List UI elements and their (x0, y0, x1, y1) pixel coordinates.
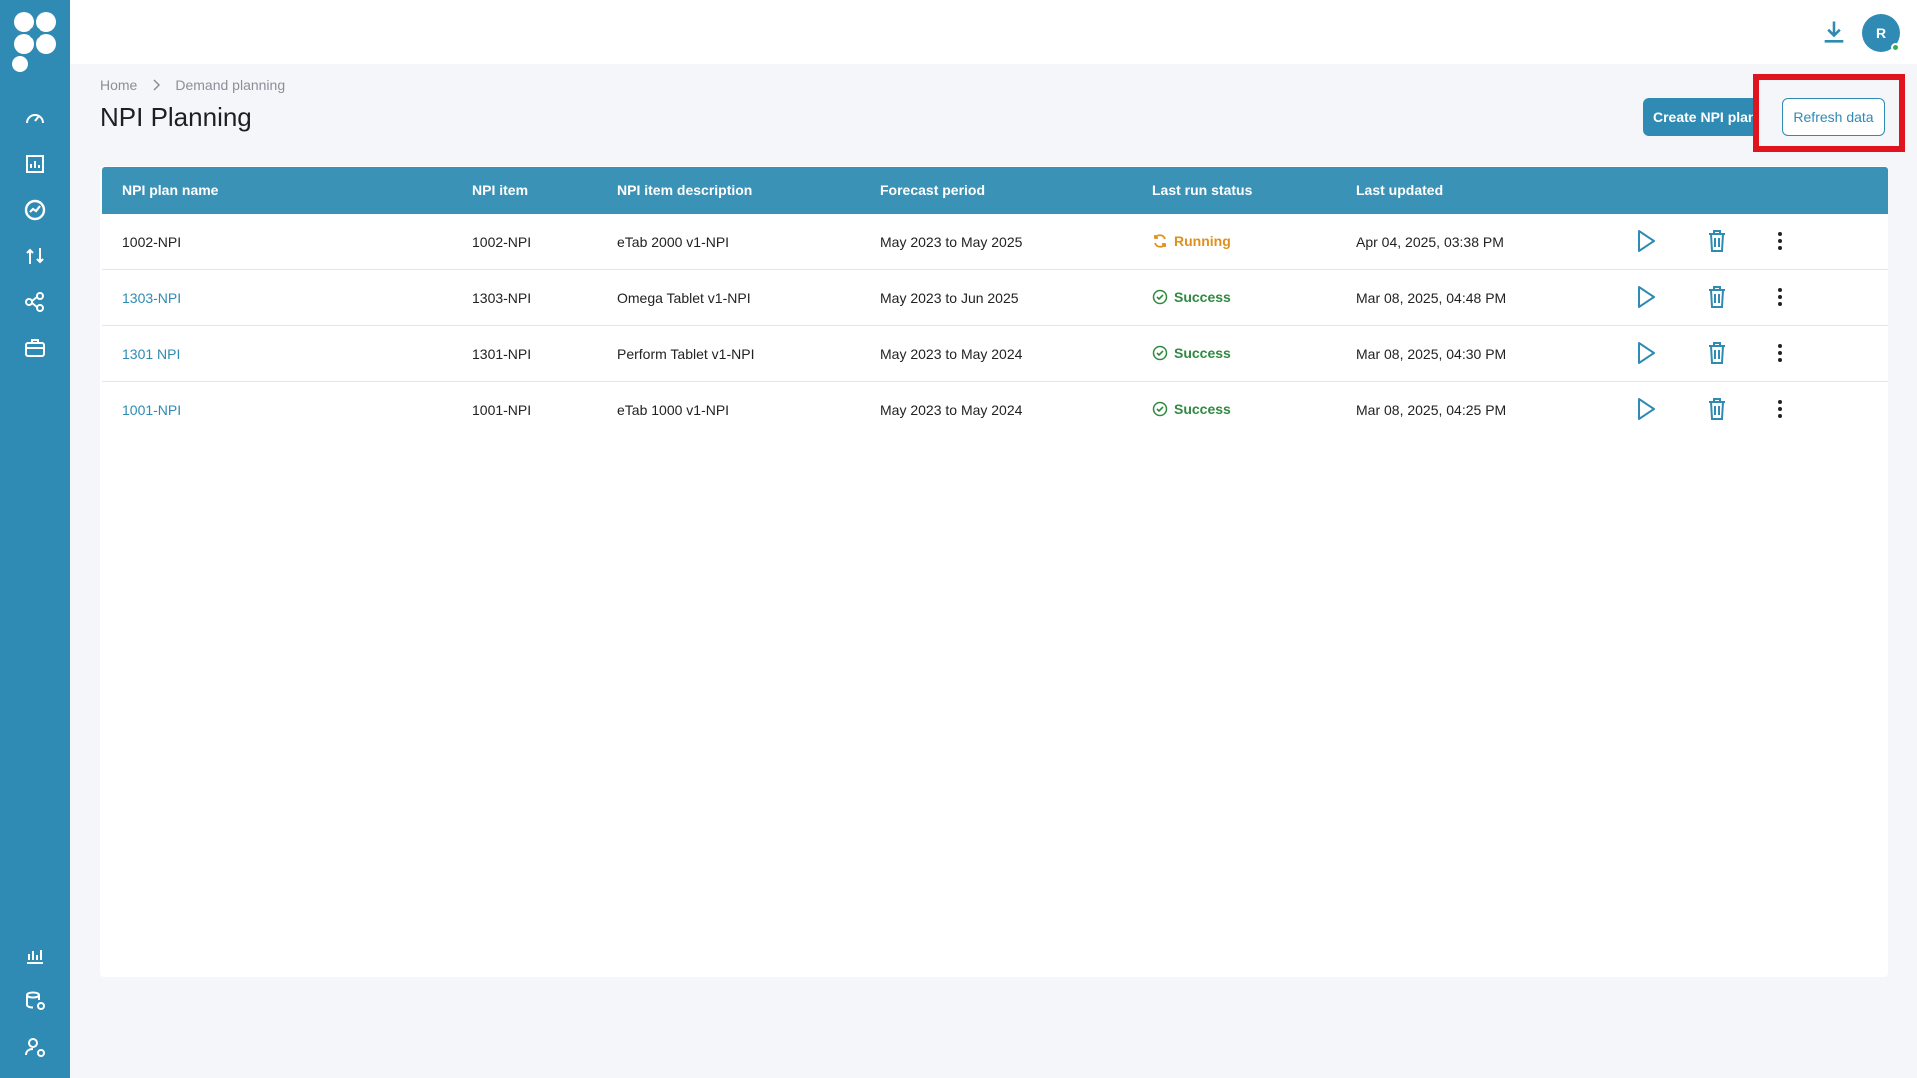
more-options-button[interactable] (1766, 283, 1794, 311)
nav-analytics[interactable] (0, 932, 70, 978)
delete-button[interactable] (1703, 283, 1731, 311)
flower-logo-icon[interactable] (10, 8, 60, 74)
kebab-menu-icon (1778, 344, 1782, 362)
delete-button[interactable] (1703, 395, 1731, 423)
kebab-menu-icon (1778, 288, 1782, 306)
run-button[interactable] (1632, 283, 1660, 311)
download-button[interactable] (1818, 16, 1850, 48)
nav-user-settings[interactable] (0, 1024, 70, 1070)
status-text: Success (1174, 289, 1231, 305)
top-bar (70, 0, 1917, 64)
sidebar (0, 0, 70, 1078)
more-options-button[interactable] (1766, 395, 1794, 423)
item-description: eTab 1000 v1-NPI (617, 402, 730, 418)
table-row: 1301 NPI 1301-NPI Perform Tablet v1-NPI … (102, 326, 1888, 382)
check-circle-icon (1152, 289, 1168, 305)
column-header: Last run status (1152, 182, 1253, 198)
status-text: Success (1174, 345, 1231, 361)
nav-demand-planning[interactable] (0, 187, 70, 233)
last-updated: Mar 08, 2025, 04:30 PM (1356, 346, 1507, 362)
breadcrumb-home[interactable]: Home (100, 77, 137, 93)
status-badge: Success (1152, 345, 1231, 361)
plan-name-link[interactable]: 1303-NPI (122, 290, 181, 306)
trash-icon (1709, 286, 1725, 308)
run-button[interactable] (1632, 227, 1660, 255)
delete-button[interactable] (1703, 339, 1731, 367)
run-button[interactable] (1632, 339, 1660, 367)
npi-item: 1002-NPI (472, 234, 532, 250)
bar-report-icon (26, 155, 44, 173)
trash-icon (1709, 342, 1725, 364)
briefcase-icon (25, 339, 45, 357)
play-icon (1638, 286, 1655, 308)
chevron-right-icon (151, 79, 161, 91)
nav-dashboard[interactable] (0, 95, 70, 141)
nav-network[interactable] (0, 279, 70, 325)
last-updated: Mar 08, 2025, 04:25 PM (1356, 402, 1507, 418)
last-updated: Mar 08, 2025, 04:48 PM (1356, 290, 1507, 306)
network-icon (25, 292, 44, 312)
status-badge: Success (1152, 289, 1231, 305)
delete-button[interactable] (1703, 227, 1731, 255)
last-updated: Apr 04, 2025, 03:38 PM (1356, 234, 1504, 250)
npi-table: NPI plan name NPI item NPI item descript… (100, 166, 1888, 977)
item-description: eTab 2000 v1-NPI (617, 234, 730, 250)
column-header: NPI item (472, 182, 529, 198)
table-row: 1001-NPI 1001-NPI eTab 1000 v1-NPI May 2… (102, 382, 1888, 438)
forecast-period: May 2023 to May 2024 (880, 346, 1023, 362)
nav-data-settings[interactable] (0, 978, 70, 1024)
nav-routes[interactable] (0, 233, 70, 279)
npi-item: 1303-NPI (472, 290, 532, 306)
page-title: NPI Planning (100, 102, 252, 132)
nav-briefcase[interactable] (0, 325, 70, 371)
column-header: Forecast period (880, 182, 986, 198)
kebab-menu-icon (1778, 400, 1782, 418)
status-badge: Success (1152, 401, 1231, 417)
breadcrumb: Home Demand planning (100, 77, 285, 93)
plan-name: 1002-NPI (122, 234, 182, 250)
more-options-button[interactable] (1766, 227, 1794, 255)
kebab-menu-icon (1778, 232, 1782, 250)
table-row: 1303-NPI 1303-NPI Omega Tablet v1-NPI Ma… (102, 270, 1888, 326)
play-icon (1638, 342, 1655, 364)
analytics-icon (27, 950, 43, 964)
status-badge: Running (1152, 233, 1231, 249)
status-text: Success (1174, 401, 1231, 417)
route-icon (26, 248, 44, 264)
item-description: Perform Tablet v1-NPI (617, 346, 755, 362)
run-button[interactable] (1632, 395, 1660, 423)
check-circle-icon (1152, 401, 1168, 417)
speedometer-icon (26, 114, 44, 124)
forecast-period: May 2023 to May 2025 (880, 234, 1023, 250)
download-icon (1824, 21, 1844, 43)
forecast-period: May 2023 to Jun 2025 (880, 290, 1019, 306)
npi-item: 1301-NPI (472, 346, 532, 362)
more-options-button[interactable] (1766, 339, 1794, 367)
trash-icon (1709, 230, 1725, 252)
trash-icon (1709, 398, 1725, 420)
column-header: Last updated (1356, 182, 1444, 198)
play-icon (1638, 398, 1655, 420)
check-circle-icon (1152, 345, 1168, 361)
trend-chart-icon (24, 199, 46, 221)
online-status-dot (1891, 43, 1900, 52)
refresh-data-button[interactable]: Refresh data (1782, 98, 1885, 136)
refresh-icon (1154, 234, 1166, 248)
play-icon (1638, 230, 1655, 252)
plan-name-link[interactable]: 1301 NPI (122, 346, 180, 362)
column-header: NPI plan name (122, 182, 219, 198)
npi-item: 1001-NPI (472, 402, 532, 418)
column-header: NPI item description (617, 182, 753, 198)
status-text: Running (1174, 233, 1231, 249)
forecast-period: May 2023 to May 2024 (880, 402, 1023, 418)
database-settings-icon (26, 991, 45, 1010)
table-header: NPI plan name NPI item NPI item descript… (102, 167, 1888, 214)
nav-reports[interactable] (0, 141, 70, 187)
create-npi-plan-button[interactable]: Create NPI plan (1643, 98, 1759, 136)
plan-name-link[interactable]: 1001-NPI (122, 402, 181, 418)
item-description: Omega Tablet v1-NPI (617, 290, 751, 306)
user-settings-icon (25, 1038, 45, 1057)
table-row: 1002-NPI 1002-NPI eTab 2000 v1-NPI May 2… (102, 214, 1888, 270)
breadcrumb-current: Demand planning (175, 77, 286, 93)
